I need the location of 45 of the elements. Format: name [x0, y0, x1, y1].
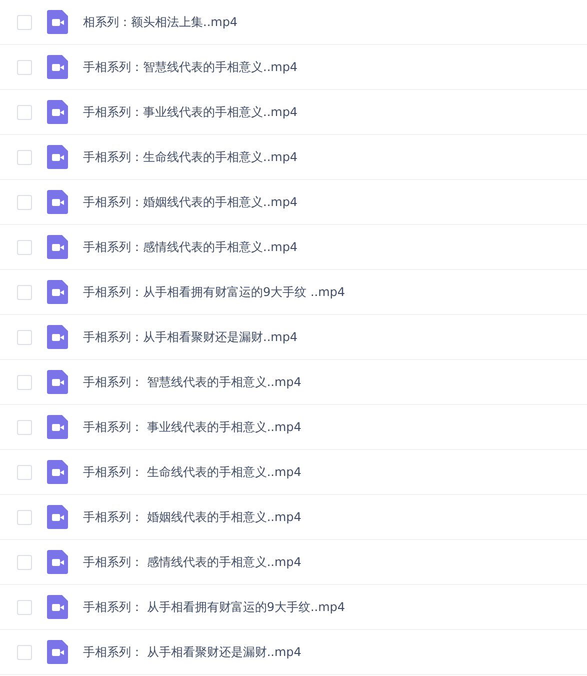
checkbox[interactable]: [17, 150, 32, 164]
file-name[interactable]: 手相系列：生命线代表的手相意义..mp4: [83, 148, 298, 166]
file-name[interactable]: 手相系列：婚姻线代表的手相意义..mp4: [83, 194, 298, 210]
checkbox[interactable]: [17, 644, 32, 660]
file-name[interactable]: 手相系列： 从手相看聚财还是漏财..mp4: [83, 644, 302, 660]
file-name[interactable]: 手相系列：从手相看拥有财富运的9大手纹 ..mp4: [83, 284, 346, 300]
file-name[interactable]: 手相系列： 感情线代表的手相意义..mp4: [83, 554, 302, 570]
video-file-icon: [47, 100, 68, 124]
checkbox[interactable]: [17, 510, 32, 524]
file-name[interactable]: 手相系列：智慧线代表的手相意义..mp4: [83, 58, 298, 76]
file-name[interactable]: 手相系列：事业线代表的手相意义..mp4: [83, 104, 298, 120]
checkbox[interactable]: [17, 194, 32, 210]
file-name[interactable]: 手相系列： 事业线代表的手相意义..mp4: [83, 418, 302, 436]
checkbox[interactable]: [17, 60, 32, 74]
checkbox[interactable]: [17, 374, 32, 390]
video-file-icon: [47, 505, 68, 529]
checkbox[interactable]: [17, 104, 32, 120]
video-file-icon: [47, 370, 68, 394]
video-file-icon: [47, 415, 68, 439]
video-file-icon: [47, 280, 68, 304]
video-file-icon: [47, 55, 68, 79]
checkbox[interactable]: [17, 284, 32, 300]
file-name[interactable]: 手相系列： 生命线代表的手相意义..mp4: [83, 464, 302, 480]
checkbox[interactable]: [17, 330, 32, 344]
checkbox[interactable]: [17, 464, 32, 480]
video-file-icon: [47, 235, 68, 259]
video-file-icon: [47, 595, 68, 619]
video-file-icon: [47, 640, 68, 664]
video-file-icon: [47, 550, 68, 574]
file-name[interactable]: 手相系列： 从手相看拥有财富运的9大手纹..mp4: [83, 598, 346, 616]
checkbox[interactable]: [17, 240, 32, 254]
file-name[interactable]: 手相系列：感情线代表的手相意义..mp4: [83, 238, 298, 256]
file-name[interactable]: 相系列：额头相法上集..mp4: [83, 14, 238, 30]
checkbox[interactable]: [17, 554, 32, 570]
video-file-icon: [47, 145, 68, 169]
video-file-icon: [47, 325, 68, 349]
file-name[interactable]: 手相系列： 智慧线代表的手相意义..mp4: [83, 374, 302, 390]
checkbox[interactable]: [17, 14, 32, 30]
file-name[interactable]: 手相系列：从手相看聚财还是漏财..mp4: [83, 328, 298, 346]
video-file-icon: [47, 460, 68, 484]
checkbox[interactable]: [17, 420, 32, 434]
video-file-icon: [47, 190, 68, 214]
file-name[interactable]: 手相系列： 婚姻线代表的手相意义..mp4: [83, 508, 302, 526]
video-file-icon: [47, 10, 68, 34]
checkbox[interactable]: [17, 600, 32, 614]
